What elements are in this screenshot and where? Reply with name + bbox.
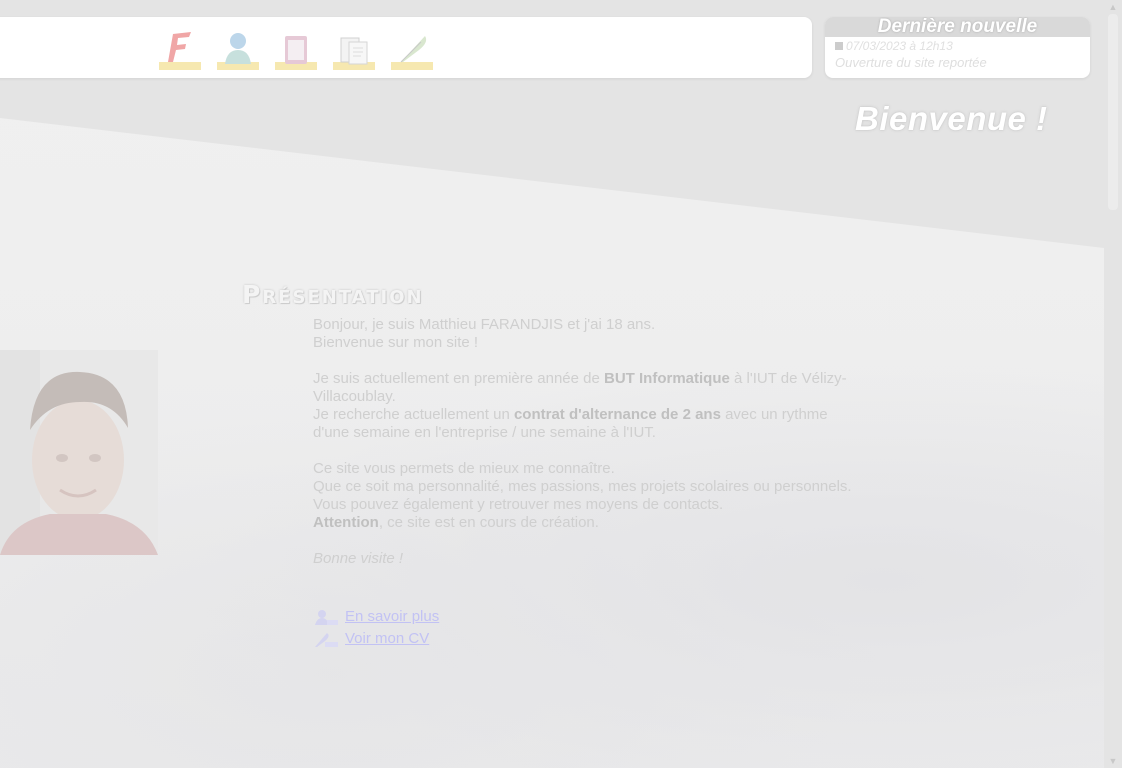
calendar-icon [835, 42, 843, 50]
welcome-heading: Bienvenue ! [855, 100, 1048, 137]
scrollbar-thumb[interactable] [1108, 14, 1118, 210]
learn-more-label: En savoir plus [345, 608, 440, 625]
view-cv-label: Voir mon CV [345, 630, 430, 647]
latest-news-date: 07/03/2023 à 12h13 [835, 39, 953, 53]
profile-photo [0, 350, 158, 555]
degree-name: BUT Informatique [604, 370, 730, 387]
intro-line: Bienvenue sur mon site ! [313, 334, 479, 351]
vertical-scrollbar[interactable]: ▲ ▼ [1104, 0, 1122, 768]
feather-pen-icon[interactable] [387, 28, 437, 70]
page: Dernière nouvelle 07/03/2023 à 12h13 Ouv… [0, 0, 1104, 768]
intro-line: Je suis actuellement en première année d… [313, 370, 847, 405]
intro-line: Bonne visite ! [313, 550, 404, 567]
learn-more-link[interactable]: En savoir plus [313, 606, 439, 628]
intro-line: Je recherche actuellement un contrat d'a… [313, 406, 828, 441]
intro-line: Bonjour, je suis Matthieu FARANDJIS et j… [313, 316, 656, 333]
person-link-icon [315, 610, 338, 625]
intro-line: Que ce soit ma personnalité, mes passion… [313, 478, 852, 495]
contract-type: contrat d'alternance de 2 ans [513, 406, 721, 423]
scroll-down-arrow-icon[interactable]: ▼ [1108, 756, 1118, 766]
scroll-up-arrow-icon[interactable]: ▲ [1108, 2, 1118, 12]
book-icon[interactable] [271, 28, 321, 70]
latest-news-title: Dernière nouvelle [825, 17, 1090, 37]
latest-news-panel: Dernière nouvelle 07/03/2023 à 12h13 Ouv… [825, 17, 1090, 78]
intro-line: Vous pouvez également y retrouver mes mo… [313, 496, 724, 513]
flash-f-icon[interactable] [155, 28, 205, 70]
presentation-text: Bonjour, je suis Matthieu FARANDJIS et j… [313, 316, 858, 568]
intro-line: Ce site vous permets de mieux me connaît… [313, 460, 615, 477]
latest-news-text[interactable]: Ouverture du site reportée [835, 55, 987, 70]
intro-line: Attention, ce site est en cours de créat… [313, 514, 599, 531]
latest-news-date-text: 07/03/2023 à 12h13 [846, 39, 953, 53]
view-cv-link[interactable]: Voir mon CV [313, 628, 439, 650]
attention-label: Attention [313, 514, 379, 531]
cv-link-icon [315, 633, 338, 647]
person-icon[interactable] [213, 28, 263, 70]
presentation-links: En savoir plus Voir mon CV [313, 606, 439, 650]
document-icon[interactable] [329, 28, 379, 70]
presentation-title: Présentation [242, 280, 424, 309]
